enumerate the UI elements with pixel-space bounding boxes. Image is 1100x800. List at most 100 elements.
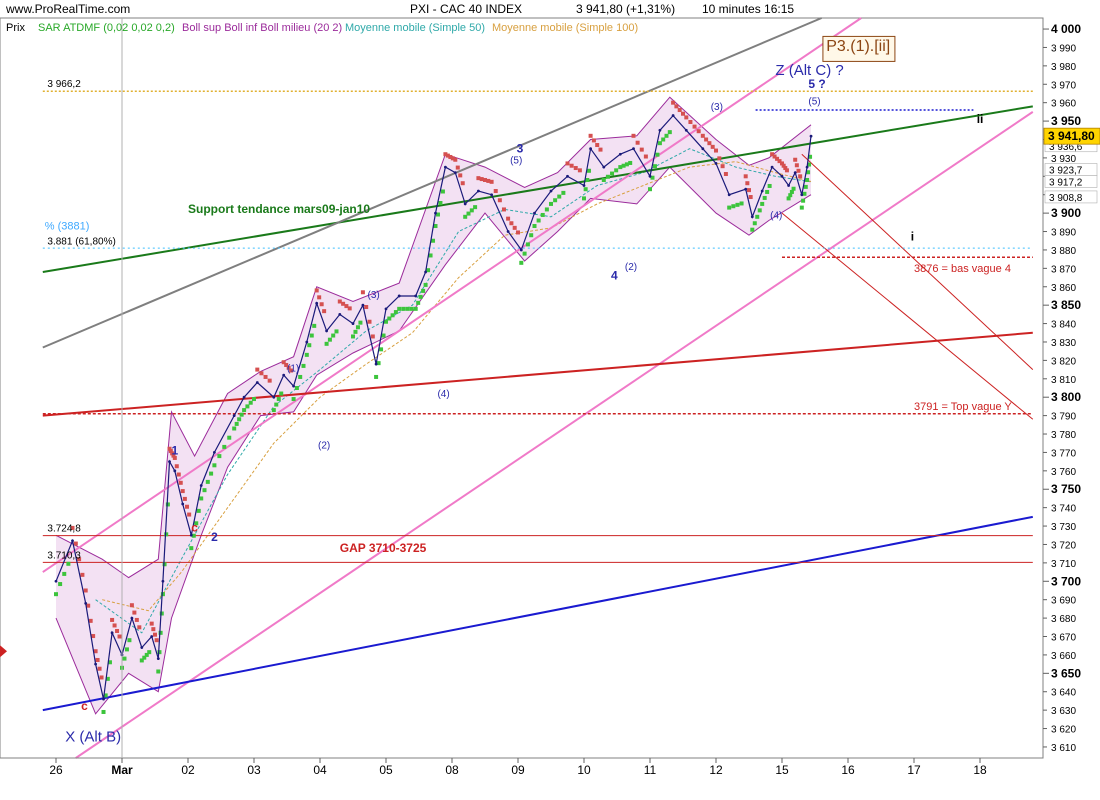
sar-dot <box>671 100 676 105</box>
price-point <box>161 579 165 583</box>
sar-dot <box>522 251 527 256</box>
sar-dot <box>755 214 760 219</box>
right-value-label: 3 917,2 <box>1049 177 1083 188</box>
sar-dot <box>529 233 534 238</box>
price-point <box>384 307 388 311</box>
sar-dot <box>209 471 214 476</box>
sar-dot <box>137 625 142 630</box>
annotation-label: X (Alt B) <box>65 728 121 745</box>
sar-dot <box>182 496 187 501</box>
sar-dot <box>217 454 222 459</box>
price-point <box>168 460 171 464</box>
x-tick-label: 04 <box>313 763 327 777</box>
sar-dot <box>799 205 804 210</box>
sar-dot <box>154 638 159 643</box>
sar-dot <box>582 196 586 201</box>
sar-dot <box>259 371 264 376</box>
price-chart[interactable]: 3 966,2 3.881 (61,80%) % (3881) 3.724,8 3.71… <box>0 0 1100 800</box>
sar-dot <box>525 242 530 247</box>
sar-dot <box>99 675 104 680</box>
sar-dot <box>314 288 319 293</box>
sar-dot <box>586 168 591 173</box>
sar-dot <box>205 479 210 484</box>
sar-dot <box>409 306 414 311</box>
price-point <box>71 539 74 543</box>
price-point <box>199 484 203 487</box>
x-tick-label: 15 <box>775 763 789 777</box>
price-point <box>549 189 553 193</box>
price-point <box>727 193 731 197</box>
price-point <box>173 469 177 473</box>
sar-dot <box>610 171 615 176</box>
annotation-label: 3.881 (61,80%) <box>47 236 115 247</box>
sar-dot <box>455 165 460 170</box>
price-point <box>618 152 622 156</box>
x-tick-label: 09 <box>511 763 525 777</box>
price-point <box>477 189 480 193</box>
annotation-label: c <box>81 699 88 713</box>
sar-dot <box>798 174 803 179</box>
y-tick-label: 3 770 <box>1051 448 1076 459</box>
price-point <box>242 395 246 399</box>
sar-dot <box>358 320 363 325</box>
price-point <box>787 184 790 187</box>
sar-dot <box>421 288 426 293</box>
annotation-label: 3 966,2 <box>47 79 81 90</box>
legend-ma50: Moyenne mobile (Simple 50) <box>345 22 485 34</box>
sar-dot <box>667 130 672 135</box>
sar-dot <box>62 571 67 576</box>
sar-dot <box>397 306 402 311</box>
y-tick-label: 3 720 <box>1051 540 1076 551</box>
price-point <box>444 165 447 169</box>
sar-dot <box>696 129 701 134</box>
sar-dot <box>347 306 352 311</box>
annotation-label: (5) <box>808 97 820 108</box>
sar-dot <box>803 184 808 189</box>
sar-dot <box>312 323 317 328</box>
sar-dot <box>536 218 541 223</box>
sar-dot <box>355 325 360 330</box>
sar-dot <box>151 627 156 632</box>
sar-dot <box>648 187 652 192</box>
sar-dot <box>132 610 137 615</box>
annotation-label: (2) <box>625 262 637 273</box>
price-point <box>213 451 216 454</box>
annotation-label: (5) <box>510 155 522 166</box>
price-point <box>397 294 401 298</box>
y-tick-label: 3 700 <box>1051 574 1081 588</box>
price-point <box>374 362 378 366</box>
last-price-label: 3 941,80 <box>1048 129 1095 143</box>
sar-dot <box>704 137 709 142</box>
sar-dot <box>652 164 657 169</box>
sar-dot <box>112 623 117 628</box>
legend: Prix SAR ATDMF (0,02 0,02 0,2) Boll sup … <box>6 22 638 34</box>
sar-dot <box>720 164 725 169</box>
sar-dot <box>127 638 132 643</box>
sar-dot <box>544 207 549 212</box>
annotation-label: Support tendance mars09-jan10 <box>188 202 370 216</box>
sar-dot <box>274 402 279 407</box>
sar-dot <box>353 329 358 334</box>
price-point <box>351 322 355 325</box>
sar-dot <box>245 404 250 409</box>
sar-dot <box>655 152 660 157</box>
price-point <box>750 215 754 219</box>
price-point <box>156 657 160 660</box>
sar-dot <box>234 421 239 426</box>
sar-dot <box>122 656 127 661</box>
sar-dot <box>327 337 332 342</box>
price-point <box>181 502 185 506</box>
annotation-label: P3.(1).[ii] <box>826 38 890 55</box>
sar-dot <box>73 541 78 546</box>
sar-dot <box>298 374 303 379</box>
x-tick-label: Mar <box>111 763 133 777</box>
sar-dot <box>565 161 570 166</box>
price-point <box>325 329 328 333</box>
price-point <box>506 230 510 233</box>
sar-dot <box>684 115 689 120</box>
price-point <box>793 171 797 175</box>
sar-dot <box>557 194 562 199</box>
sar-dot <box>628 160 633 165</box>
sar-dot <box>101 709 106 714</box>
sar-dot <box>598 147 603 152</box>
